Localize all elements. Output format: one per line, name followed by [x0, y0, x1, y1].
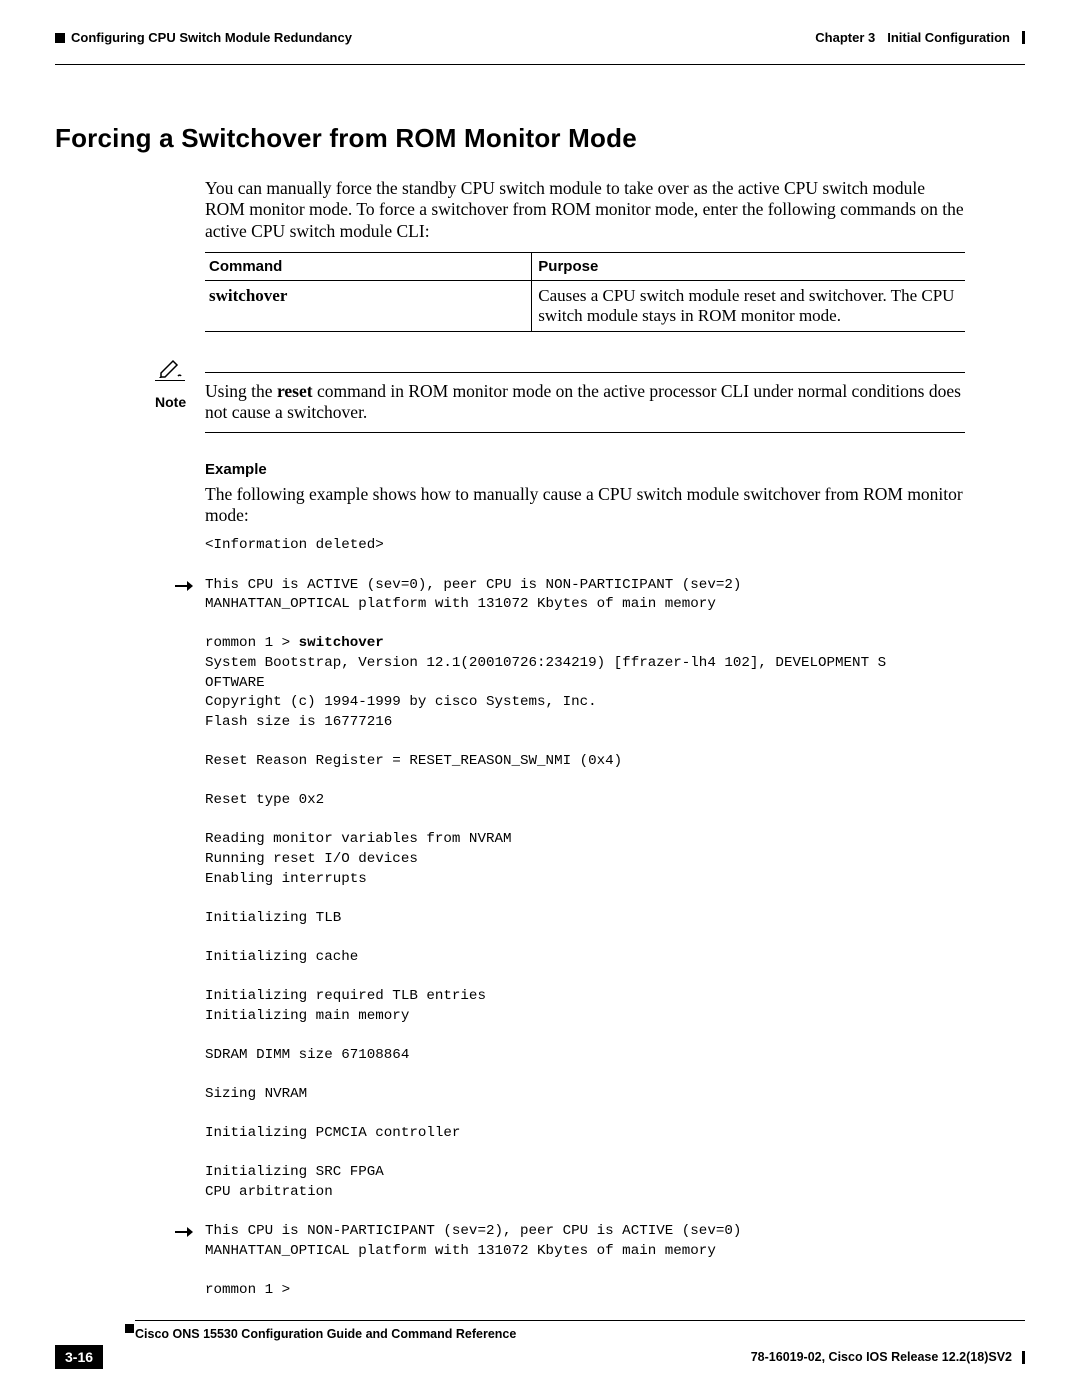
- note-label: Note: [155, 394, 186, 410]
- table-header-purpose: Purpose: [532, 253, 965, 281]
- code-tail: rommon 1 >: [205, 1282, 290, 1298]
- command-table: Command Purpose switchover Causes a CPU …: [205, 252, 965, 332]
- code-block: <Information deleted> This CPU is ACTIVE…: [205, 536, 965, 1300]
- note-pencil-icon: [155, 358, 185, 381]
- note-block: Note Using the reset command in ROM moni…: [155, 372, 965, 433]
- header-square-icon: [55, 33, 65, 43]
- header-section-title: Configuring CPU Switch Module Redundancy: [71, 30, 352, 45]
- note-body: Using the reset command in ROM monitor m…: [205, 372, 965, 433]
- code-top: <Information deleted>: [205, 537, 384, 553]
- header-rule: [55, 64, 1025, 65]
- table-header-command: Command: [205, 253, 532, 281]
- page-footer: Cisco ONS 15530 Configuration Guide and …: [55, 1320, 1025, 1369]
- example-heading: Example: [205, 461, 965, 478]
- table-cell-command: switchover: [205, 281, 532, 332]
- footer-square-icon: [125, 1324, 134, 1333]
- table-cell-purpose: Causes a CPU switch module reset and swi…: [532, 281, 965, 332]
- arrow-icon: [175, 1222, 205, 1241]
- intro-paragraph: You can manually force the standby CPU s…: [205, 178, 965, 242]
- code-mid-post: System Bootstrap, Version 12.1(20010726:…: [205, 655, 886, 1200]
- code-mid-pre: rommon 1 >: [205, 635, 299, 651]
- header-chapter-title: Initial Configuration: [887, 30, 1010, 45]
- arrow-icon: [175, 576, 205, 595]
- footer-doc-release: 78-16019-02, Cisco IOS Release 12.2(18)S…: [751, 1350, 1012, 1364]
- note-text-post: command in ROM monitor mode on the activ…: [205, 381, 961, 422]
- code-arrow2: This CPU is NON-PARTICIPANT (sev=2), pee…: [205, 1222, 741, 1261]
- header-bar-icon: [1022, 31, 1025, 44]
- header-chapter-label: Chapter 3: [815, 30, 875, 45]
- note-text-pre: Using the: [205, 381, 277, 401]
- table-row: switchover Causes a CPU switch module re…: [205, 281, 965, 332]
- footer-bar-icon: [1022, 1351, 1025, 1364]
- page-number: 3-16: [55, 1345, 103, 1369]
- note-text-bold: reset: [277, 381, 313, 401]
- code-mid-bold: switchover: [299, 635, 384, 651]
- page-title: Forcing a Switchover from ROM Monitor Mo…: [55, 123, 1025, 154]
- code-arrow1: This CPU is ACTIVE (sev=0), peer CPU is …: [205, 576, 741, 615]
- footer-book-title: Cisco ONS 15530 Configuration Guide and …: [135, 1327, 516, 1341]
- example-intro: The following example shows how to manua…: [205, 484, 965, 527]
